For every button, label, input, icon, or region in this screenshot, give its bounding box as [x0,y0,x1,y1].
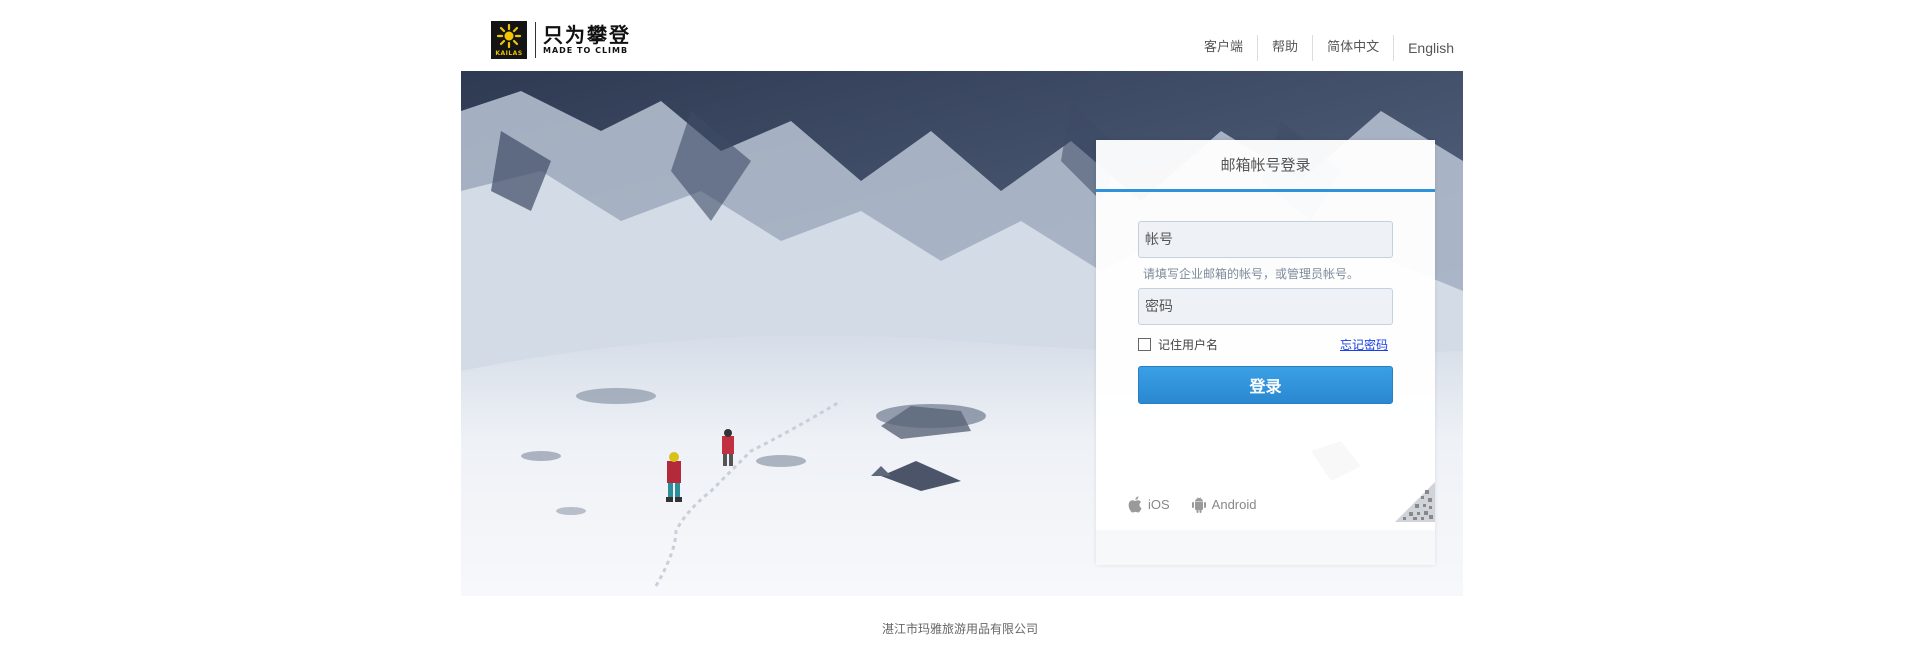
android-label: Android [1211,497,1257,512]
account-hint: 请填写企业邮箱的帐号，或管理员帐号。 [1143,267,1360,281]
brand-logo[interactable]: KAILAS 只为攀登 MADE TO CLIMB [491,21,636,59]
apple-icon [1128,496,1142,513]
app-downloads: iOS Android [1128,496,1278,513]
tab-email-login[interactable]: 邮箱帐号登录 [1096,140,1435,192]
nav-help[interactable]: 帮助 [1257,35,1312,61]
login-button[interactable]: 登录 [1138,366,1393,404]
logo-slogan-en: MADE TO CLIMB [543,46,629,55]
ios-label: iOS [1148,497,1170,512]
account-input[interactable] [1138,221,1393,258]
logo-divider [535,22,536,58]
ios-app-link[interactable]: iOS [1128,496,1170,513]
password-input[interactable] [1138,288,1393,325]
panel-footer [1096,530,1435,565]
qr-code-icon[interactable] [1395,482,1435,522]
nav-lang-zh[interactable]: 简体中文 [1312,35,1393,61]
login-panel: 邮箱帐号登录 请填写企业邮箱的帐号，或管理员帐号。 记住用户名 忘记密码 登录 … [1096,140,1435,565]
remember-checkbox[interactable] [1138,338,1151,351]
footer-company: 湛江市玛雅旅游用品有限公司 [881,622,1038,636]
android-icon [1191,496,1206,513]
top-nav: 客户端 帮助 简体中文 English [1190,35,1468,61]
remember-label: 记住用户名 [1158,338,1219,352]
logo-wordmark: 只为攀登 MADE TO CLIMB [543,24,631,56]
kailas-logo-icon: KAILAS [491,21,527,59]
remember-username[interactable]: 记住用户名 [1138,336,1218,353]
page-header: KAILAS 只为攀登 MADE TO CLIMB 客户端 帮助 简体中文 En… [0,0,1920,71]
logo-slogan-cn: 只为攀登 [543,23,631,47]
nav-lang-en[interactable]: English [1393,35,1468,61]
logo-badge-text: KAILAS [495,50,523,57]
forgot-password-link[interactable]: 忘记密码 [1340,336,1388,353]
nav-client[interactable]: 客户端 [1190,35,1257,61]
android-app-link[interactable]: Android [1191,496,1257,513]
